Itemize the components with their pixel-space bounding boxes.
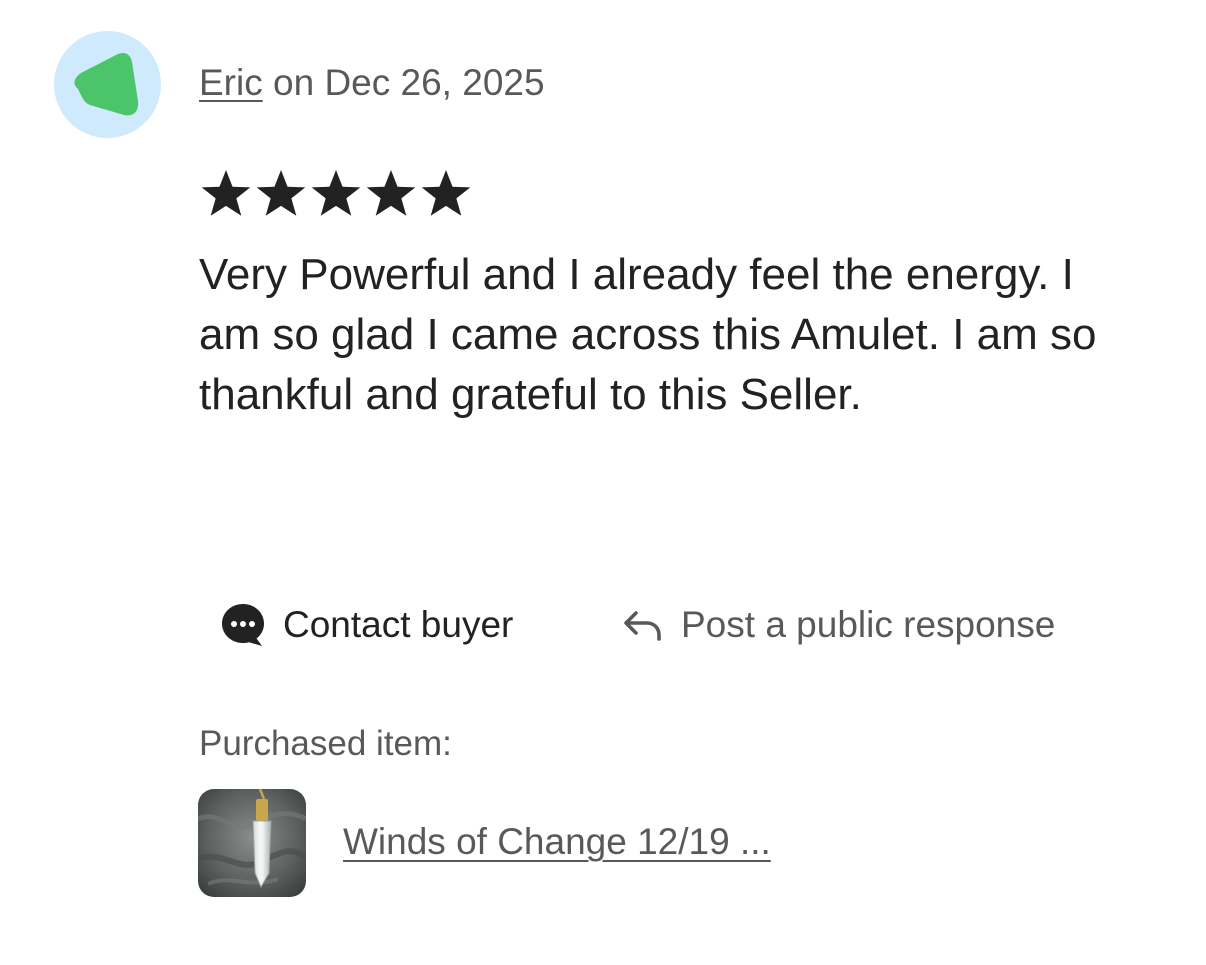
- star-icon: [311, 170, 361, 216]
- reviewer-name-link[interactable]: Eric: [199, 62, 263, 103]
- review-date: on Dec 26, 2025: [262, 62, 545, 103]
- review-byline: Eric on Dec 26, 2025: [199, 61, 545, 105]
- reviewer-avatar: [54, 31, 161, 138]
- star-icon: [201, 170, 251, 216]
- review-text: Very Powerful and I already feel the ene…: [199, 250, 1097, 419]
- crystal-pendant-image: [198, 789, 306, 897]
- purchased-item-link[interactable]: Winds of Change 12/19 ...: [343, 820, 771, 864]
- contact-buyer-button[interactable]: Contact buyer: [219, 600, 513, 650]
- star-icon: [421, 170, 471, 216]
- avatar-shape-icon: [74, 53, 139, 116]
- star-rating: [199, 166, 473, 222]
- contact-buyer-label: Contact buyer: [283, 604, 514, 645]
- post-public-response-label: Post a public response: [681, 604, 1056, 645]
- purchased-item-thumbnail[interactable]: [198, 789, 306, 897]
- chat-bubble-dots-icon: [222, 604, 264, 646]
- post-public-response-button[interactable]: Post a public response: [621, 600, 1055, 650]
- star-icon: [256, 170, 306, 216]
- reply-arrow-icon: [624, 611, 661, 641]
- star-icon: [366, 170, 416, 216]
- purchased-item-label: Purchased item:: [199, 724, 452, 763]
